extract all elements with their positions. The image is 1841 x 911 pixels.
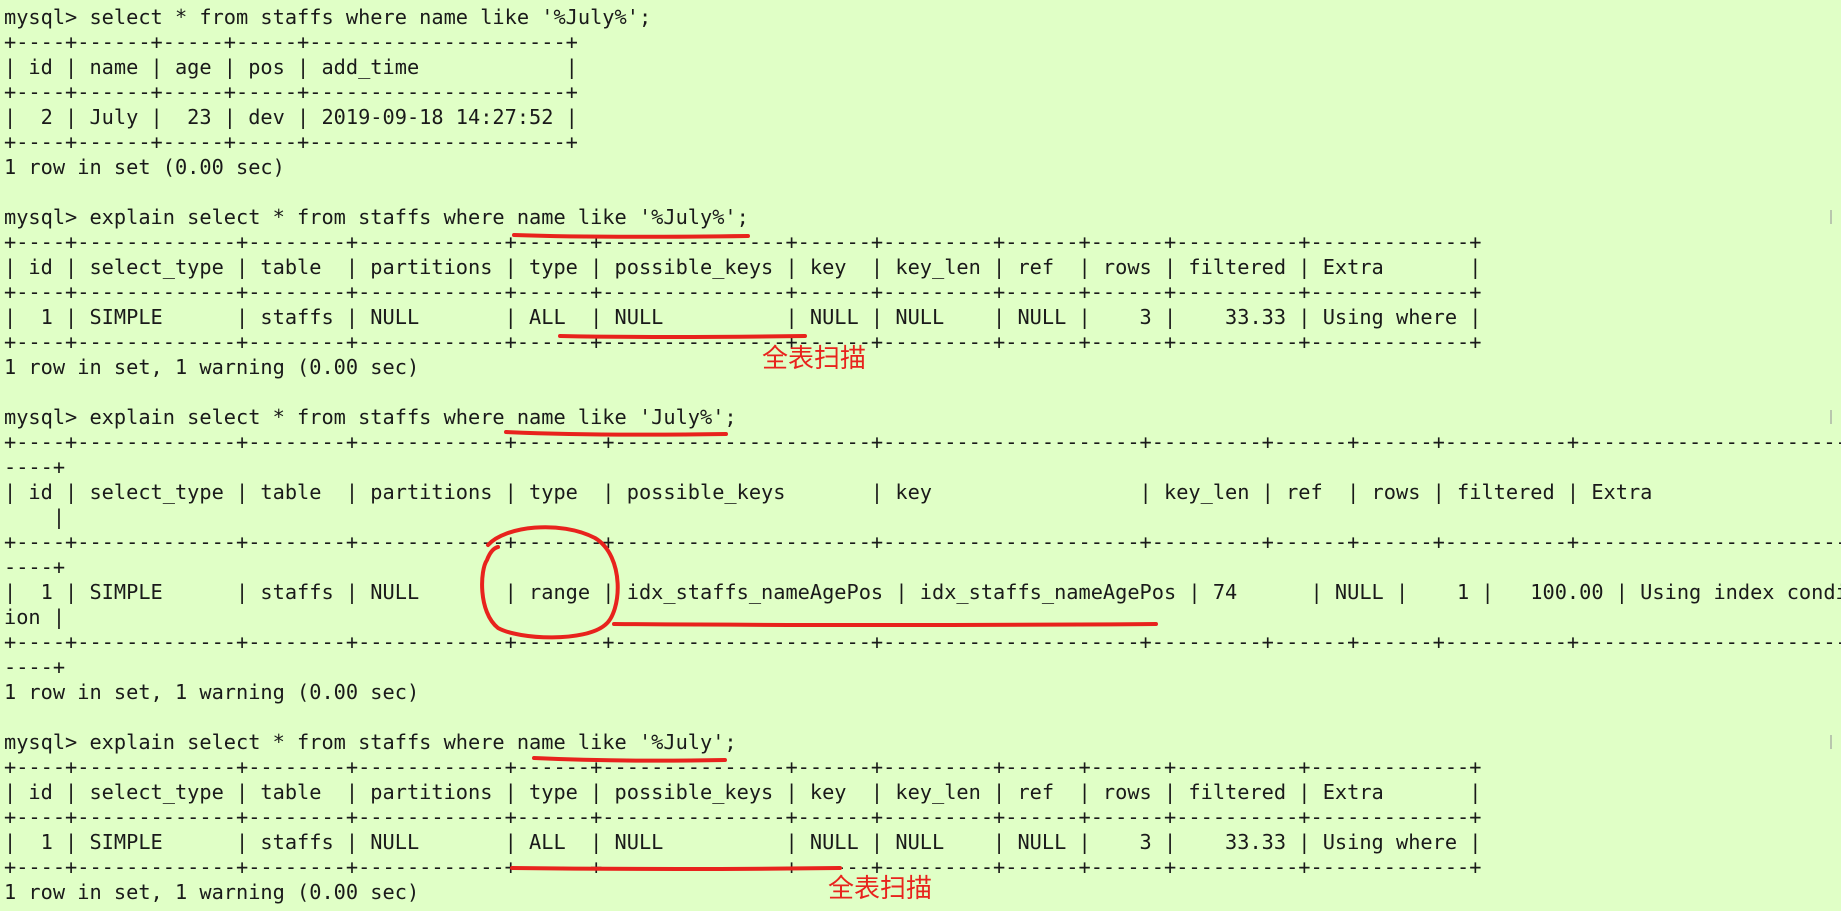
table-border: +----+-------------+--------+-----------… bbox=[4, 530, 1841, 554]
table-border: +----+-------------+--------+-----------… bbox=[4, 280, 1482, 304]
table-row: | 2 | July | 23 | dev | 2019-09-18 14:27… bbox=[4, 105, 578, 129]
table-row: | 1 | SIMPLE | staffs | NULL | ALL | NUL… bbox=[4, 305, 1482, 329]
table-border: +----+-------------+--------+-----------… bbox=[4, 430, 1841, 454]
scroll-marker bbox=[1830, 735, 1832, 749]
scroll-marker bbox=[1830, 410, 1832, 424]
result-summary: 1 row in set (0.00 sec) bbox=[4, 155, 285, 179]
table-border: +----+------+-----+-----+---------------… bbox=[4, 80, 578, 104]
prompt-line: mysql> explain select * from staffs wher… bbox=[4, 205, 749, 229]
prompt-line: mysql> explain select * from staffs wher… bbox=[4, 405, 737, 429]
table-border: +----+-------------+--------+-----------… bbox=[4, 230, 1482, 254]
table-border: +----+-------------+--------+-----------… bbox=[4, 630, 1841, 654]
table-header-wrap: | bbox=[4, 505, 66, 529]
prompt-line: mysql> select * from staffs where name l… bbox=[4, 5, 652, 29]
table-row: | 1 | SIMPLE | staffs | NULL | range | i… bbox=[4, 580, 1841, 604]
table-row: | 1 | SIMPLE | staffs | NULL | ALL | NUL… bbox=[4, 830, 1482, 854]
result-summary: 1 row in set, 1 warning (0.00 sec) bbox=[4, 880, 420, 904]
table-header-row: | id | select_type | table | partitions … bbox=[4, 480, 1653, 504]
table-border: +----+------+-----+-----+---------------… bbox=[4, 130, 578, 154]
table-border: +----+-------------+--------+-----------… bbox=[4, 855, 1482, 879]
scroll-marker bbox=[1830, 210, 1832, 224]
table-header-row: | id | select_type | table | partitions … bbox=[4, 255, 1482, 279]
table-border-wrap: ----+ bbox=[4, 555, 66, 579]
terminal-output[interactable]: mysql> select * from staffs where name l… bbox=[4, 2, 1841, 907]
table-border: +----+-------------+--------+-----------… bbox=[4, 805, 1482, 829]
table-border-wrap: ----+ bbox=[4, 455, 66, 479]
table-border-wrap: ----+ bbox=[4, 655, 66, 679]
table-border: +----+-------------+--------+-----------… bbox=[4, 330, 1482, 354]
table-border: +----+-------------+--------+-----------… bbox=[4, 755, 1482, 779]
table-border: +----+------+-----+-----+---------------… bbox=[4, 30, 578, 54]
table-row-wrap: ion | bbox=[4, 605, 66, 629]
result-summary: 1 row in set, 1 warning (0.00 sec) bbox=[4, 680, 420, 704]
result-summary: 1 row in set, 1 warning (0.00 sec) bbox=[4, 355, 420, 379]
table-header-row: | id | select_type | table | partitions … bbox=[4, 780, 1482, 804]
prompt-line: mysql> explain select * from staffs wher… bbox=[4, 730, 737, 754]
table-header-row: | id | name | age | pos | add_time | bbox=[4, 55, 578, 79]
